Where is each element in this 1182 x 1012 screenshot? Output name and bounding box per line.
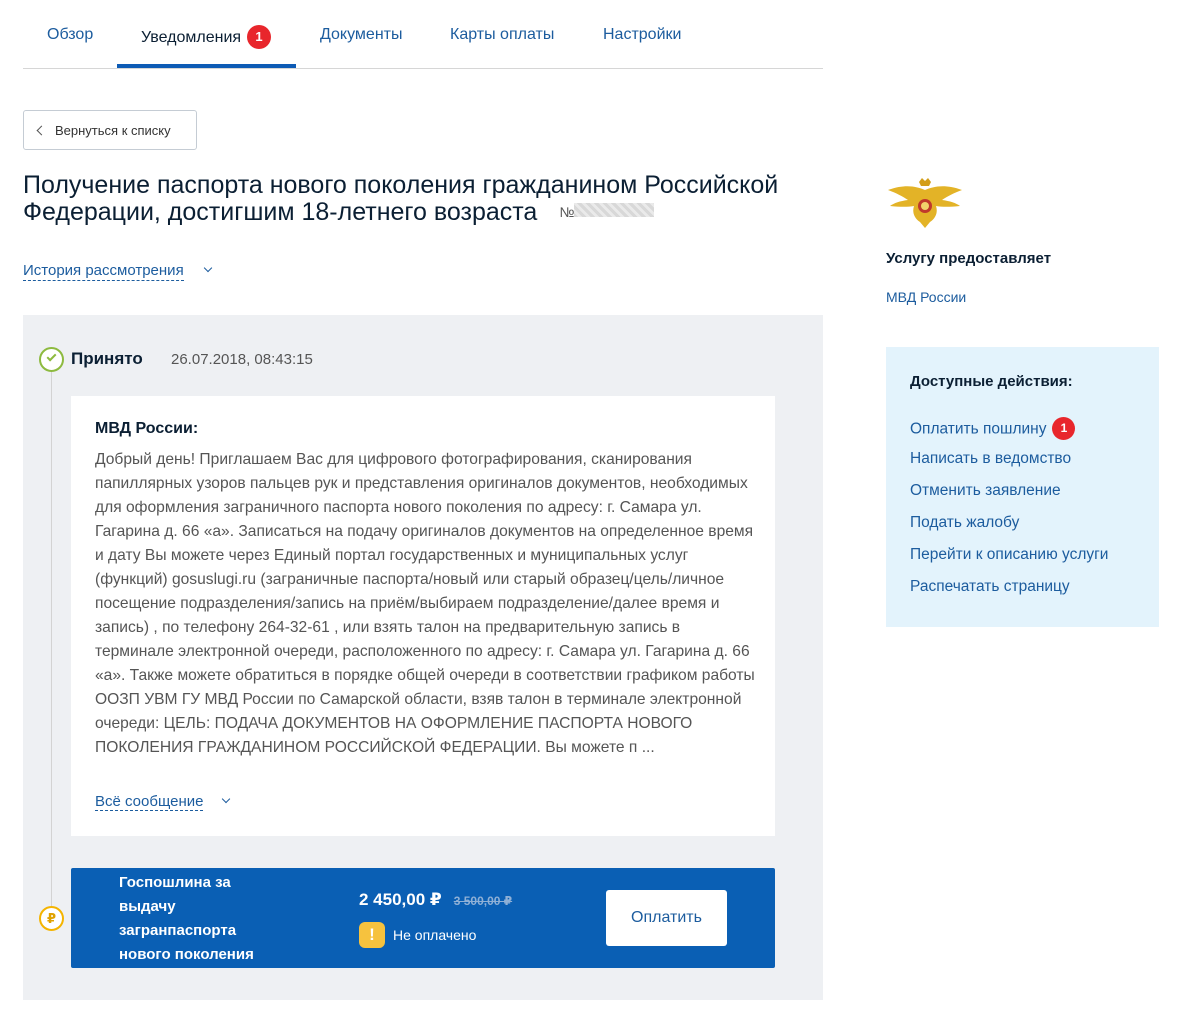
- warning-icon: !: [359, 922, 385, 948]
- chevron-down-icon: [221, 794, 231, 804]
- back-button-label: Вернуться к списку: [55, 122, 171, 138]
- fee-title: Госпошлина за выдачу загранпаспорта ново…: [119, 874, 254, 963]
- tab-label: Карты оплаты: [450, 26, 555, 43]
- status-timestamp: 26.07.2018, 08:43:15: [171, 351, 313, 368]
- provider-link[interactable]: МВД России: [886, 289, 966, 305]
- application-number-redacted: [574, 203, 655, 218]
- action-label: Оплатить пошлину: [910, 420, 1047, 438]
- actions-title: Доступные действия:: [910, 373, 1073, 390]
- message-text: Добрый день! Приглашаем Вас для цифровог…: [95, 451, 755, 756]
- tab-label: Документы: [320, 26, 403, 43]
- fee-current-price: 2 450,00 ₽: [359, 890, 442, 909]
- tab-payment-cards[interactable]: Карты оплаты: [450, 26, 554, 44]
- tab-label: Обзор: [47, 26, 94, 43]
- history-link-label: История рассмотрения: [23, 262, 184, 279]
- action-label: Написать в ведомство: [910, 450, 1072, 467]
- message-card: МВД России: Добрый день! Приглашаем Вас …: [71, 396, 775, 836]
- action-service-description[interactable]: Перейти к описанию услуги: [910, 546, 1135, 578]
- action-label: Отменить заявление: [910, 482, 1061, 499]
- payment-status: ! Не оплачено: [359, 922, 476, 948]
- status-title: Принято: [71, 349, 143, 368]
- page: Обзор Уведомления 1 Документы Карты оплат…: [0, 0, 1182, 1012]
- check-circle-icon: [39, 347, 64, 372]
- actions-panel: Доступные действия: Оплатить пошлину 1 На…: [886, 347, 1159, 627]
- action-label: Подать жалобу: [910, 514, 1020, 531]
- action-file-complaint[interactable]: Подать жалобу: [910, 514, 1135, 546]
- action-badge: 1: [1052, 417, 1076, 440]
- history-toggle-link[interactable]: История рассмотрения: [23, 262, 184, 281]
- back-to-list-button[interactable]: Вернуться к списку: [23, 110, 197, 150]
- action-pay-fee[interactable]: Оплатить пошлину 1: [910, 417, 1135, 450]
- expand-message-link[interactable]: Всё сообщение: [95, 793, 204, 811]
- message-author: МВД России:: [95, 420, 199, 437]
- tab-label: Уведомления: [141, 29, 242, 47]
- tab-notifications[interactable]: Уведомления 1: [141, 25, 272, 50]
- tab-settings[interactable]: Настройки: [603, 26, 681, 44]
- payment-status-text: Не оплачено: [393, 927, 477, 943]
- page-title-text: Получение паспорта нового поколения граж…: [23, 171, 779, 226]
- expand-message-label: Всё сообщение: [95, 793, 204, 810]
- action-label: Перейти к описанию услуги: [910, 546, 1109, 563]
- tab-label: Настройки: [603, 26, 682, 43]
- action-print-page[interactable]: Распечатать страницу: [910, 578, 1135, 610]
- notification-badge: 1: [247, 25, 272, 49]
- tab-overview[interactable]: Обзор: [47, 26, 93, 44]
- fee-old-price: 3 500,00 ₽: [453, 894, 513, 908]
- action-write-to-agency[interactable]: Написать в ведомство: [910, 450, 1135, 482]
- provider-label: Услугу предоставляет: [886, 250, 1052, 267]
- tabs-bar: Обзор Уведомления 1 Документы Карты оплат…: [23, 0, 823, 69]
- ruble-icon: ₽: [39, 906, 64, 931]
- pay-button[interactable]: Оплатить: [606, 890, 727, 946]
- action-label: Распечатать страницу: [910, 578, 1070, 595]
- page-title: Получение паспорта нового поколения граж…: [23, 172, 823, 229]
- action-cancel-application[interactable]: Отменить заявление: [910, 482, 1135, 514]
- chevron-down-icon: [203, 263, 213, 273]
- application-number-label: №: [559, 204, 575, 220]
- tab-documents[interactable]: Документы: [320, 26, 402, 44]
- fee-price: 2 450,00 ₽ 3 500,00 ₽: [359, 890, 512, 910]
- double-headed-eagle-emblem-icon: [888, 178, 962, 228]
- timeline-line: [51, 371, 52, 906]
- active-tab-indicator: [117, 64, 296, 68]
- chevron-left-icon: [36, 125, 47, 136]
- fee-bar: Госпошлина за выдачу загранпаспорта ново…: [71, 868, 775, 968]
